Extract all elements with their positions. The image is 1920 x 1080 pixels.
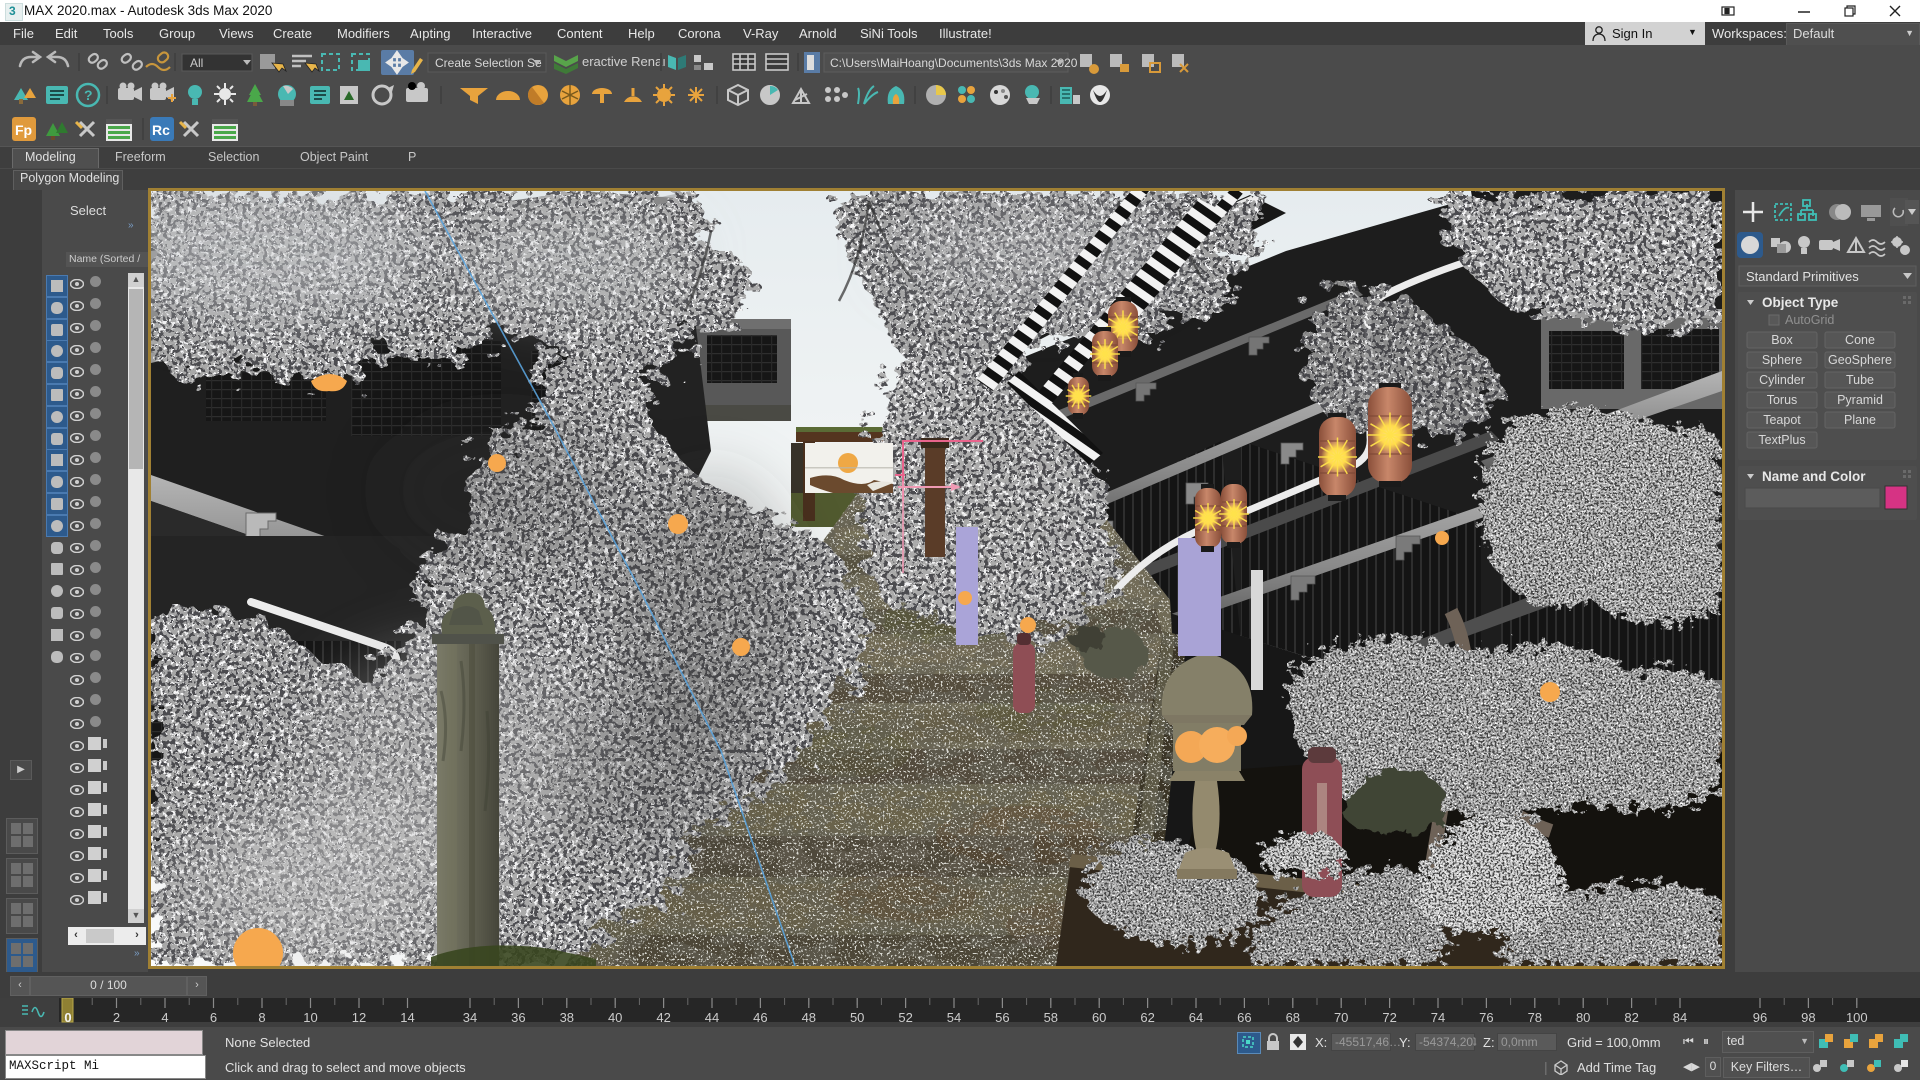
- svg-text:56: 56: [995, 1010, 1009, 1025]
- svg-text:Create Selection Se: Create Selection Se: [435, 56, 542, 70]
- svg-text:0: 0: [64, 1010, 71, 1025]
- svg-text:68: 68: [1286, 1010, 1300, 1025]
- svg-text:80: 80: [1576, 1010, 1590, 1025]
- svg-text:58: 58: [1044, 1010, 1058, 1025]
- svg-text:?: ?: [84, 87, 93, 103]
- svg-text:eractive Renaı: eractive Renaı: [582, 54, 666, 69]
- svg-text:54: 54: [947, 1010, 961, 1025]
- svg-text:Cone: Cone: [1845, 333, 1875, 347]
- svg-text:62: 62: [1140, 1010, 1154, 1025]
- svg-text:42: 42: [656, 1010, 670, 1025]
- svg-text:70: 70: [1334, 1010, 1348, 1025]
- svg-text:4: 4: [161, 1010, 168, 1025]
- svg-text:78: 78: [1528, 1010, 1542, 1025]
- svg-text:Fp: Fp: [15, 122, 32, 138]
- svg-text:Box: Box: [1771, 333, 1793, 347]
- svg-text:76: 76: [1479, 1010, 1493, 1025]
- svg-text:Object Type: Object Type: [1762, 295, 1839, 310]
- svg-text:44: 44: [705, 1010, 719, 1025]
- svg-text:52: 52: [898, 1010, 912, 1025]
- svg-text:36: 36: [511, 1010, 525, 1025]
- svg-text:Teapot: Teapot: [1763, 413, 1801, 427]
- svg-text:46: 46: [753, 1010, 767, 1025]
- svg-text:48: 48: [802, 1010, 816, 1025]
- svg-text:84: 84: [1673, 1010, 1687, 1025]
- svg-text:60: 60: [1092, 1010, 1106, 1025]
- svg-text:38: 38: [560, 1010, 574, 1025]
- svg-text:98: 98: [1801, 1010, 1815, 1025]
- svg-text:Standard Primitives: Standard Primitives: [1746, 269, 1859, 284]
- svg-text:96: 96: [1753, 1010, 1767, 1025]
- svg-text:2: 2: [113, 1010, 120, 1025]
- svg-text:64: 64: [1189, 1010, 1203, 1025]
- svg-text:Tube: Tube: [1846, 373, 1874, 387]
- svg-text:40: 40: [608, 1010, 622, 1025]
- svg-text:82: 82: [1624, 1010, 1638, 1025]
- svg-text:100: 100: [1846, 1010, 1868, 1025]
- svg-text:72: 72: [1382, 1010, 1396, 1025]
- svg-text:8: 8: [258, 1010, 265, 1025]
- svg-text:66: 66: [1237, 1010, 1251, 1025]
- svg-text:Rc: Rc: [152, 122, 170, 138]
- svg-text:TextPlus: TextPlus: [1758, 433, 1805, 447]
- svg-text:All: All: [190, 56, 203, 70]
- svg-text:Cylinder: Cylinder: [1759, 373, 1805, 387]
- svg-text:34: 34: [463, 1010, 477, 1025]
- svg-text:Sphere: Sphere: [1762, 353, 1802, 367]
- svg-text:74: 74: [1431, 1010, 1445, 1025]
- svg-text:Torus: Torus: [1767, 393, 1798, 407]
- svg-text:Plane: Plane: [1844, 413, 1876, 427]
- svg-text:12: 12: [352, 1010, 366, 1025]
- svg-text:50: 50: [850, 1010, 864, 1025]
- svg-text:Name and Color: Name and Color: [1762, 469, 1866, 484]
- svg-text:6: 6: [210, 1010, 217, 1025]
- svg-text:10: 10: [303, 1010, 317, 1025]
- svg-text:Pyramid: Pyramid: [1837, 393, 1883, 407]
- svg-text:C:\Users\MaiHoang\Documents\3d: C:\Users\MaiHoang\Documents\3ds Max 2020: [830, 56, 1078, 70]
- svg-text:14: 14: [400, 1010, 414, 1025]
- svg-text:AutoGrid: AutoGrid: [1785, 313, 1834, 327]
- svg-text:GeoSphere: GeoSphere: [1828, 353, 1892, 367]
